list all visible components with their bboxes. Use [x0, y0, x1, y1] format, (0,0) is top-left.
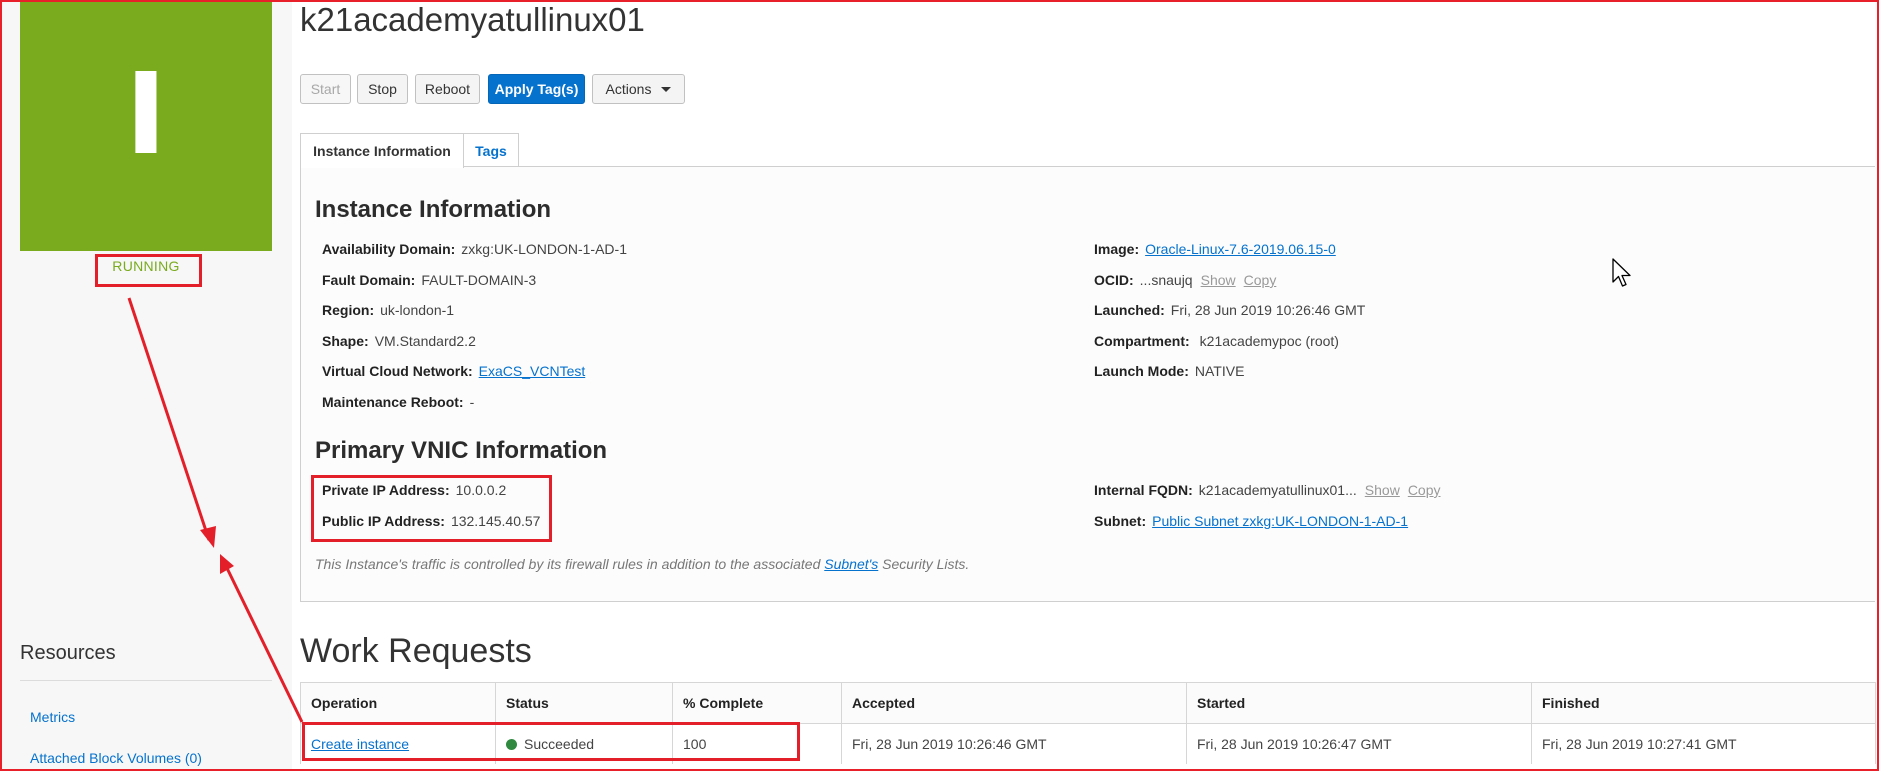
resource-link-attached-block-volumes[interactable]: Attached Block Volumes (0) — [30, 750, 202, 766]
instance-information-heading: Instance Information — [315, 196, 552, 223]
column-header-operation[interactable]: Operation — [300, 682, 496, 724]
field-label: Internal FQDN: — [1094, 482, 1193, 498]
note-text: Security Lists. — [878, 556, 970, 572]
image-link[interactable]: Oracle-Linux-7.6-2019.06.15-0 — [1145, 241, 1336, 257]
instance-icon-letter: I — [125, 49, 167, 180]
field-availability-domain: Availability Domain: zxkg:UK-LONDON-1-AD-… — [322, 240, 627, 258]
field-label: Launched: — [1094, 302, 1165, 318]
resources-title: Resources — [20, 642, 116, 664]
field-maintenance-reboot: Maintenance Reboot: - — [322, 393, 474, 411]
fqdn-show-link[interactable]: Show — [1365, 482, 1400, 498]
field-label: OCID: — [1094, 272, 1134, 288]
highlight-create-instance-row — [302, 722, 800, 761]
field-ocid: OCID: ...snaujq Show Copy — [1094, 271, 1276, 289]
field-image: Image: Oracle-Linux-7.6-2019.06.15-0 — [1094, 240, 1336, 258]
cell-started: Fri, 28 Jun 2019 10:26:47 GMT — [1186, 723, 1532, 764]
vcn-link[interactable]: ExaCS_VCNTest — [479, 363, 586, 379]
field-value: k21academypoc (root) — [1199, 333, 1339, 349]
field-value: Fri, 28 Jun 2019 10:26:46 GMT — [1170, 302, 1366, 318]
column-header-status[interactable]: Status — [495, 682, 673, 724]
field-label: Launch Mode: — [1094, 363, 1189, 379]
highlight-ip-addresses — [311, 475, 552, 542]
highlight-running-state — [95, 254, 202, 287]
left-sidebar: I RUNNING Resources Metrics Attached Blo… — [0, 0, 292, 771]
field-value: uk-london-1 — [380, 302, 455, 318]
note-text: This Instance's traffic is controlled by… — [315, 556, 825, 572]
page-title: k21academyatullinux01 — [300, 1, 645, 38]
subnet-link[interactable]: Public Subnet zxkg:UK-LONDON-1-AD-1 — [1152, 513, 1408, 529]
field-virtual-cloud-network: Virtual Cloud Network: ExaCS_VCNTest — [322, 362, 585, 380]
column-header-finished[interactable]: Finished — [1531, 682, 1876, 724]
field-launched: Launched: Fri, 28 Jun 2019 10:26:46 GMT — [1094, 301, 1365, 319]
ocid-show-link[interactable]: Show — [1201, 272, 1236, 288]
field-value: VM.Standard2.2 — [374, 333, 476, 349]
field-label: Virtual Cloud Network: — [322, 363, 473, 379]
column-header-percent-complete[interactable]: % Complete — [672, 682, 842, 724]
field-value: NATIVE — [1194, 363, 1245, 379]
table-header-row: Operation Status % Complete Accepted Sta… — [300, 682, 1876, 724]
field-value: - — [469, 394, 475, 410]
apply-tags-button[interactable]: Apply Tag(s) — [488, 74, 585, 104]
field-compartment: Compartment: k21academypoc (root) — [1094, 332, 1339, 350]
column-header-accepted[interactable]: Accepted — [841, 682, 1187, 724]
field-value: ...snaujq — [1139, 272, 1193, 288]
field-label: Subnet: — [1094, 513, 1147, 529]
field-label: Region: — [322, 302, 375, 318]
security-note: This Instance's traffic is controlled by… — [315, 556, 969, 572]
field-fault-domain: Fault Domain: FAULT-DOMAIN-3 — [322, 271, 536, 289]
field-label: Maintenance Reboot: — [322, 394, 464, 410]
field-label: Compartment: — [1094, 333, 1190, 349]
field-subnet: Subnet: Public Subnet zxkg:UK-LONDON-1-AD… — [1094, 512, 1408, 530]
cell-finished: Fri, 28 Jun 2019 10:27:41 GMT — [1531, 723, 1876, 764]
stop-button[interactable]: Stop — [357, 74, 408, 104]
actions-label: Actions — [605, 81, 652, 97]
field-shape: Shape: VM.Standard2.2 — [322, 332, 476, 350]
field-label: Shape: — [322, 333, 369, 349]
resources-divider — [20, 680, 272, 681]
ocid-copy-link[interactable]: Copy — [1244, 272, 1277, 288]
primary-vnic-heading: Primary VNIC Information — [315, 437, 608, 464]
instance-status-tile: I — [20, 0, 272, 251]
actions-dropdown-button[interactable]: Actions — [592, 74, 685, 104]
field-region: Region: uk-london-1 — [322, 301, 454, 319]
field-launch-mode: Launch Mode: NATIVE — [1094, 362, 1244, 380]
field-value: k21academyatullinux01... — [1198, 482, 1357, 498]
field-value: zxkg:UK-LONDON-1-AD-1 — [461, 241, 627, 257]
field-label: Availability Domain: — [322, 241, 456, 257]
fqdn-copy-link[interactable]: Copy — [1408, 482, 1441, 498]
field-internal-fqdn: Internal FQDN: k21academyatullinux01... Sh… — [1094, 481, 1441, 499]
start-button[interactable]: Start — [300, 74, 351, 104]
field-label: Fault Domain: — [322, 272, 416, 288]
tab-instance-information[interactable]: Instance Information — [300, 133, 464, 168]
chevron-down-icon — [661, 86, 672, 92]
field-label: Image: — [1094, 241, 1140, 257]
work-requests-title: Work Requests — [300, 632, 532, 670]
cell-accepted: Fri, 28 Jun 2019 10:26:46 GMT — [841, 723, 1187, 764]
resource-link-metrics[interactable]: Metrics — [30, 709, 75, 725]
reboot-button[interactable]: Reboot — [415, 74, 480, 104]
tab-tags[interactable]: Tags — [463, 133, 519, 167]
mouse-cursor-icon — [1612, 258, 1631, 287]
field-value: FAULT-DOMAIN-3 — [421, 272, 537, 288]
subnet-security-link[interactable]: Subnet's — [824, 556, 878, 572]
column-header-started[interactable]: Started — [1186, 682, 1532, 724]
